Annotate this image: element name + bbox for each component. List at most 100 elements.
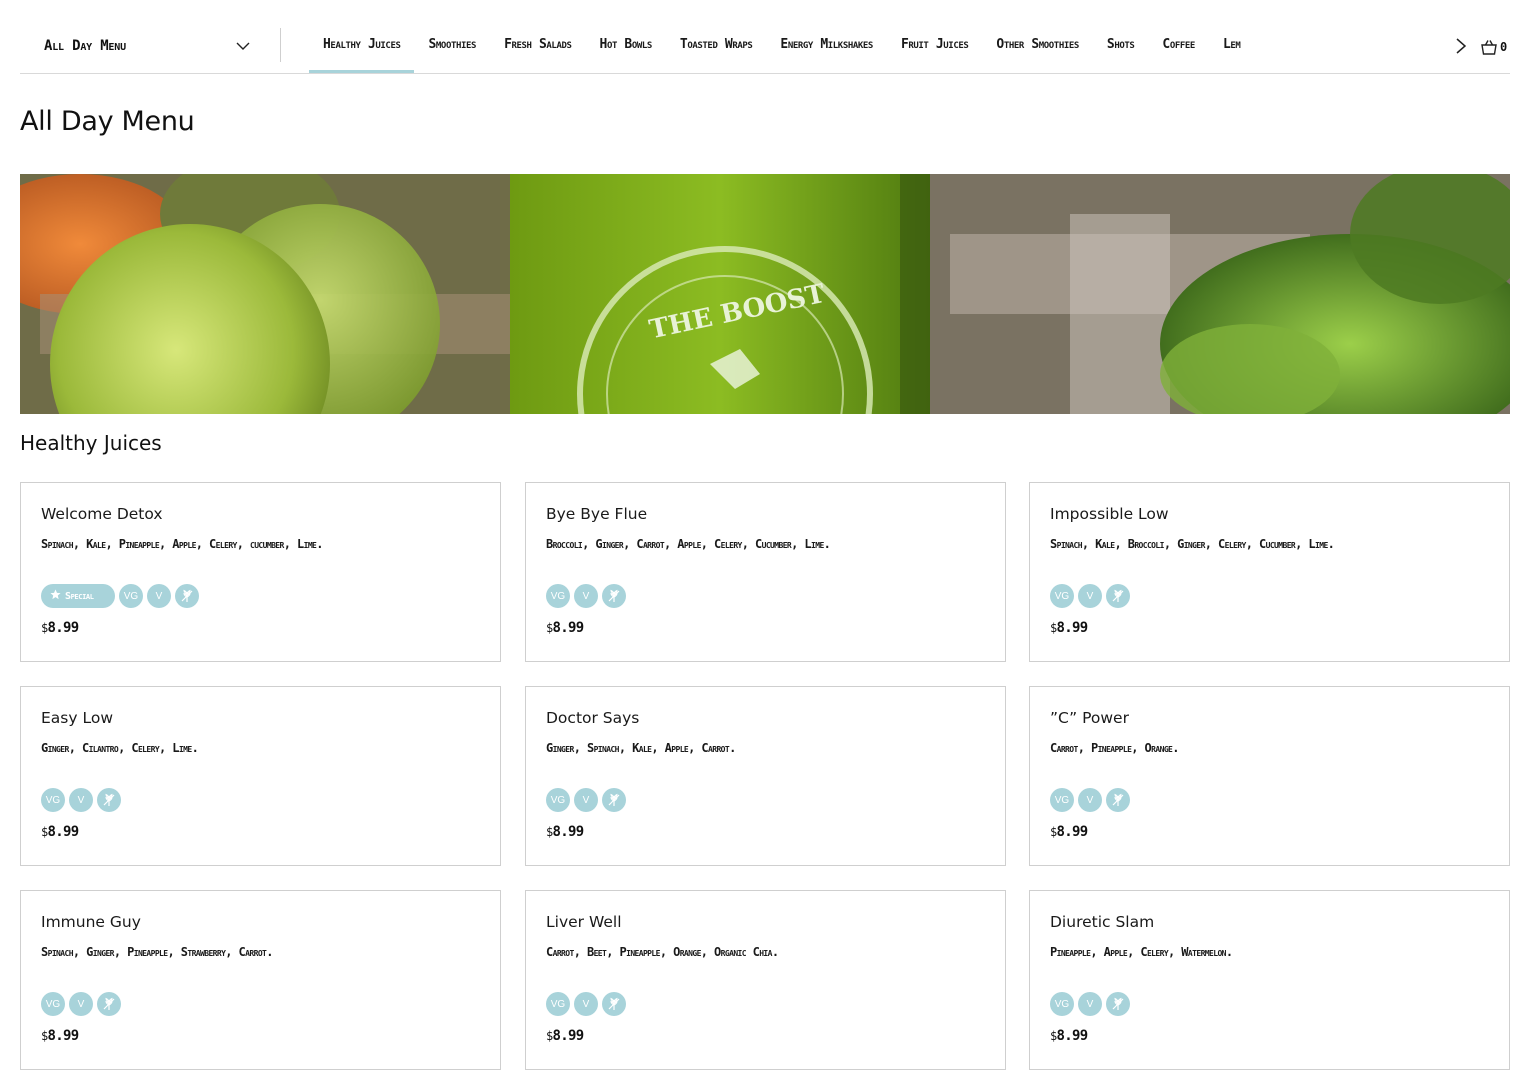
- gluten-free-icon: [602, 992, 626, 1016]
- gluten-free-icon: [602, 584, 626, 608]
- vegan-badge: VG: [41, 788, 65, 812]
- price-value: 8.99: [47, 620, 80, 636]
- menu-item-description: Pineapple, Apple, Celery, Watermelon.: [1050, 945, 1233, 959]
- gluten-free-icon: [97, 788, 121, 812]
- menu-item-card[interactable]: Diuretic Slam Pineapple, Apple, Celery, W…: [1029, 890, 1510, 1070]
- hero-banner-image: THE BOOST: [20, 174, 1510, 414]
- menu-item-price: $8.99: [546, 824, 585, 840]
- tab-healthy-juices[interactable]: Healthy Juices: [309, 0, 415, 73]
- tab-fresh-salads[interactable]: Fresh Salads: [490, 0, 585, 73]
- category-tabs: Healthy Juices Smoothies Fresh Salads Hot B…: [309, 0, 1449, 74]
- vegetarian-badge: V: [574, 992, 598, 1016]
- tab-hot-bowls[interactable]: Hot Bowls: [586, 0, 666, 73]
- gluten-free-icon: [1106, 584, 1130, 608]
- menu-item-description: Spinach, Ginger, Pineapple, Strawberry, …: [41, 945, 273, 959]
- price-value: 8.99: [552, 620, 585, 636]
- menu-item-card[interactable]: Welcome Detox Spinach, Kale, Pineapple, A…: [20, 482, 501, 662]
- menu-item-card[interactable]: Liver Well Carrot, Beet, Pineapple, Orang…: [525, 890, 1006, 1070]
- menu-item-card[interactable]: Impossible Low Spinach, Kale, Broccoli, G…: [1029, 482, 1510, 662]
- page-title: All Day Menu: [20, 106, 195, 137]
- special-badge: Special: [41, 584, 115, 608]
- price-value: 8.99: [552, 824, 585, 840]
- vegan-badge: VG: [546, 788, 570, 812]
- menu-item-name: Immune Guy: [41, 913, 141, 931]
- price-value: 8.99: [1056, 1028, 1089, 1044]
- dietary-badges: VG V: [41, 992, 121, 1016]
- menu-item-description: Spinach, Kale, Broccoli, Ginger, Celery,…: [1050, 537, 1335, 551]
- menu-item-card[interactable]: Immune Guy Spinach, Ginger, Pineapple, St…: [20, 890, 501, 1070]
- menu-item-price: $8.99: [546, 620, 585, 636]
- dietary-badges: VG V: [546, 788, 626, 812]
- chevron-down-icon: [236, 42, 250, 50]
- tab-smoothies[interactable]: Smoothies: [414, 0, 490, 73]
- gluten-free-icon: [602, 788, 626, 812]
- vegan-badge: VG: [119, 584, 143, 608]
- price-value: 8.99: [47, 824, 80, 840]
- menu-item-name: Doctor Says: [546, 709, 640, 727]
- special-label: Special: [65, 590, 94, 602]
- vegetarian-badge: V: [574, 584, 598, 608]
- dietary-badges: VG V: [1050, 992, 1130, 1016]
- price-value: 8.99: [1056, 620, 1089, 636]
- tab-lem[interactable]: Lem: [1209, 0, 1254, 73]
- star-icon: [50, 589, 65, 603]
- menu-item-description: Broccoli, Ginger, Carrot, Apple, Celery,…: [546, 537, 831, 551]
- menu-item-name: Easy Low: [41, 709, 113, 727]
- menu-selector-label: All Day Menu: [44, 38, 126, 54]
- menu-item-description: Ginger, Spinach, Kale, Apple, Carrot.: [546, 741, 736, 755]
- menu-item-card[interactable]: Bye Bye Flue Broccoli, Ginger, Carrot, Ap…: [525, 482, 1006, 662]
- menu-item-price: $8.99: [41, 824, 80, 840]
- nav-divider: [280, 28, 281, 62]
- vegetarian-badge: V: [69, 992, 93, 1016]
- shopping-basket-icon: [1481, 40, 1497, 55]
- vegetarian-badge: V: [1078, 992, 1102, 1016]
- tab-fruit-juices[interactable]: Fruit Juices: [887, 0, 982, 73]
- menu-item-description: Spinach, Kale, Pineapple, Apple, Celery,…: [41, 537, 323, 551]
- banner-illustration: THE BOOST: [20, 174, 1510, 414]
- vegan-badge: VG: [546, 584, 570, 608]
- price-value: 8.99: [552, 1028, 585, 1044]
- vegan-badge: VG: [546, 992, 570, 1016]
- price-value: 8.99: [47, 1028, 80, 1044]
- tab-coffee[interactable]: Coffee: [1148, 0, 1209, 73]
- cart-button[interactable]: 0: [1480, 36, 1507, 58]
- price-value: 8.99: [1056, 824, 1089, 840]
- tab-shots[interactable]: Shots: [1093, 0, 1149, 73]
- chevron-right-icon[interactable]: [1452, 36, 1470, 56]
- menu-item-price: $8.99: [1050, 1028, 1089, 1044]
- menu-item-price: $8.99: [1050, 824, 1089, 840]
- vegetarian-badge: V: [147, 584, 171, 608]
- menu-item-description: Ginger, Cilantro, Celery, Lime.: [41, 741, 199, 755]
- dietary-badges: VG V: [1050, 584, 1130, 608]
- vegan-badge: VG: [1050, 992, 1074, 1016]
- gluten-free-icon: [1106, 992, 1130, 1016]
- menu-item-name: Liver Well: [546, 913, 622, 931]
- menu-selector-dropdown[interactable]: All Day Menu: [20, 28, 260, 64]
- tab-energy-milkshakes[interactable]: Energy Milkshakes: [766, 0, 887, 73]
- gluten-free-icon: [1106, 788, 1130, 812]
- dietary-badges: Special VG V: [41, 584, 199, 608]
- menu-item-price: $8.99: [546, 1028, 585, 1044]
- menu-item-name: Welcome Detox: [41, 505, 163, 523]
- menu-item-name: Impossible Low: [1050, 505, 1169, 523]
- gluten-free-icon: [175, 584, 199, 608]
- section-title-healthy-juices: Healthy Juices: [20, 431, 162, 455]
- vegetarian-badge: V: [1078, 788, 1102, 812]
- tab-other-smoothies[interactable]: Other Smoothies: [982, 0, 1093, 73]
- menu-item-price: $8.99: [41, 1028, 80, 1044]
- vegetarian-badge: V: [574, 788, 598, 812]
- dietary-badges: VG V: [1050, 788, 1130, 812]
- menu-item-name: ”C” Power: [1050, 709, 1129, 727]
- dietary-badges: VG V: [546, 584, 626, 608]
- menu-item-description: Carrot, Pineapple, Orange.: [1050, 741, 1180, 755]
- menu-item-card[interactable]: ”C” Power Carrot, Pineapple, Orange. VG V $8…: [1029, 686, 1510, 866]
- dietary-badges: VG V: [41, 788, 121, 812]
- menu-item-card[interactable]: Easy Low Ginger, Cilantro, Celery, Lime. V…: [20, 686, 501, 866]
- menu-item-description: Carrot, Beet, Pineapple, Orange, Organic…: [546, 945, 779, 959]
- menu-item-card[interactable]: Doctor Says Ginger, Spinach, Kale, Apple,…: [525, 686, 1006, 866]
- tab-toasted-wraps[interactable]: Toasted Wraps: [666, 0, 766, 73]
- menu-item-price: $8.99: [1050, 620, 1089, 636]
- dietary-badges: VG V: [546, 992, 626, 1016]
- vegetarian-badge: V: [69, 788, 93, 812]
- menu-item-name: Diuretic Slam: [1050, 913, 1155, 931]
